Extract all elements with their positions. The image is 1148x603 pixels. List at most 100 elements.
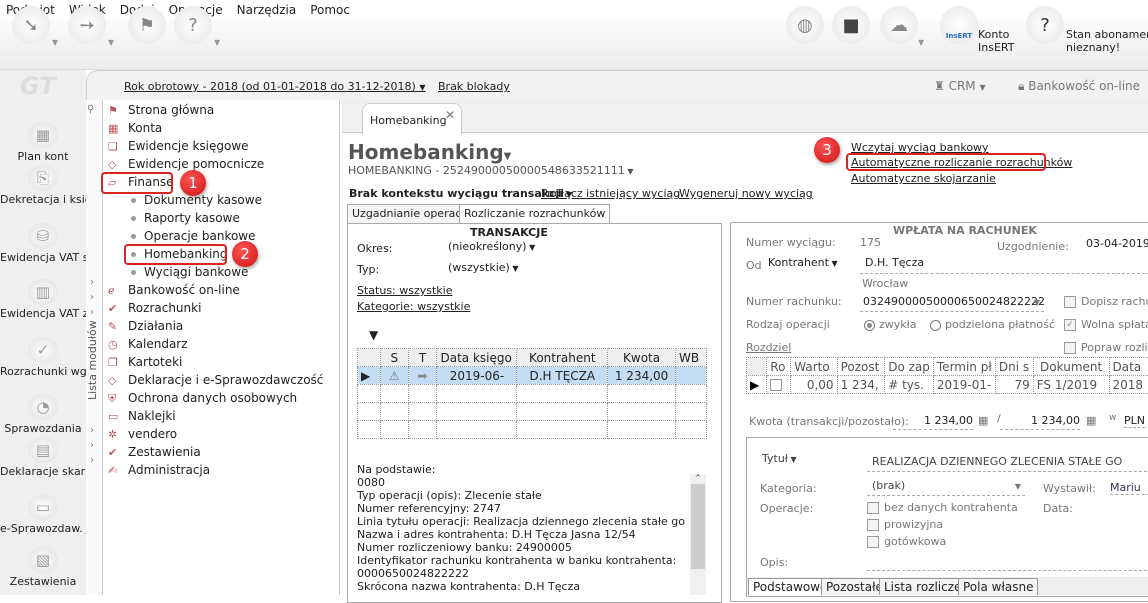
- module-item[interactable]: ❏Ewidencje księgowe: [104, 137, 323, 155]
- account-number-dropdown[interactable]: 03249000050000650024822222▼: [860, 295, 1044, 312]
- account-icon[interactable]: InsERT: [940, 6, 978, 44]
- column-header-value[interactable]: Warto: [791, 358, 837, 376]
- module-item[interactable]: ◇Ewidencje pomocnicze: [104, 155, 323, 173]
- shortcut-5[interactable]: ✓Rozrachunki wg dokumentów: [0, 337, 86, 379]
- free-payment-checkbox[interactable]: ✓Wolna spłata: [1064, 318, 1148, 331]
- column-header-s[interactable]: S: [380, 349, 408, 367]
- calculator-icon[interactable]: ▦: [978, 414, 988, 427]
- type-dropdown[interactable]: (wszystkie) ▼: [448, 261, 519, 274]
- column-header-remaining[interactable]: Pozost: [837, 358, 885, 376]
- column-header-date[interactable]: Data księgo: [437, 349, 517, 367]
- menu-narzedzia[interactable]: Narzędzia: [237, 3, 297, 17]
- table-row[interactable]: ▶ ⚠ ➡ 2019-06- D.H TĘCZA 1 234,00: [358, 367, 707, 385]
- chevron-down-icon[interactable]: ▼: [108, 38, 114, 47]
- column-header-document[interactable]: Dokument: [1033, 358, 1109, 376]
- chevron-down-icon[interactable]: ▼: [52, 38, 58, 47]
- title-type-dropdown[interactable]: Tytuł ▼: [762, 452, 797, 465]
- tab-reconcile-operations[interactable]: Uzgadnianie operacji: [347, 204, 473, 223]
- module-item[interactable]: ▦Konta: [104, 119, 323, 137]
- tab-basic[interactable]: Podstawowe: [748, 578, 832, 595]
- lock-status-link[interactable]: Brak blokady: [438, 80, 510, 93]
- module-item[interactable]: Raporty kasowe: [104, 209, 323, 227]
- tab-settle-receivables[interactable]: Rozliczanie rozrachunków: [459, 204, 610, 224]
- tab-other[interactable]: Pozostałe: [821, 578, 888, 595]
- shortcut-7[interactable]: ▤Deklaracje skarbowe: [0, 437, 86, 479]
- flag-icon[interactable]: ⚑: [128, 6, 166, 44]
- column-header-wb[interactable]: WB: [676, 349, 707, 367]
- column-header[interactable]: [358, 349, 381, 367]
- module-item[interactable]: Wyciągi bankowe: [104, 263, 323, 281]
- module-item[interactable]: Operacje bankowe: [104, 227, 323, 245]
- module-item[interactable]: ✎Działania: [104, 317, 323, 335]
- column-header-ro[interactable]: Ro: [767, 358, 791, 376]
- add-account-checkbox[interactable]: Dopisz rachu: [1064, 295, 1148, 308]
- remaining-field[interactable]: 1 234,00: [1000, 414, 1080, 430]
- currency-field[interactable]: PLN: [1124, 414, 1145, 428]
- contractor-field[interactable]: D.H. Tęcza: [860, 256, 1148, 274]
- issued-field[interactable]: Mariu: [1110, 481, 1148, 495]
- account-button[interactable]: KontoInsERT: [978, 28, 1014, 54]
- from-type-dropdown[interactable]: Kontrahent ▼: [768, 256, 838, 269]
- cube-icon[interactable]: ■: [832, 6, 870, 44]
- shortcut-2[interactable]: ⎘Dekretacja i księgowanie: [0, 165, 86, 207]
- no-contractor-checkbox[interactable]: bez danych kontrahenta: [867, 501, 1018, 514]
- online-banking-button[interactable]: 🔒︎ Bankowość on-line: [1018, 79, 1140, 94]
- description-field[interactable]: [867, 555, 1148, 571]
- split-link[interactable]: Rozdziel: [746, 341, 791, 354]
- chevron-down-icon[interactable]: ▼: [214, 38, 220, 47]
- calculator-icon[interactable]: ▦: [1086, 414, 1096, 427]
- help-icon[interactable]: ?: [174, 6, 212, 44]
- column-header-t[interactable]: T: [408, 349, 437, 367]
- fix-settlement-checkbox[interactable]: Popraw rozli: [1064, 341, 1148, 354]
- shortcut-9[interactable]: ▧Zestawienia: [0, 547, 86, 589]
- auto-match-link[interactable]: Automatyczne skojarzanie: [851, 172, 996, 185]
- statement-context-selector[interactable]: Brak kontekstu wyciągu transakcji ▼: [349, 187, 572, 200]
- shortcut-1[interactable]: ▦Plan kont: [0, 122, 86, 164]
- crm-button[interactable]: ♜ CRM ▼: [934, 79, 986, 93]
- expand-arrows[interactable]: ›››: [90, 423, 94, 468]
- subscription-status[interactable]: Stan abonamentunieznany!: [1066, 28, 1148, 54]
- status-filter-link[interactable]: Status: wszystkie: [357, 284, 453, 297]
- scroll-up-icon[interactable]: ⌃: [690, 474, 706, 484]
- category-filter-link[interactable]: Kategorie: wszystkie: [357, 300, 470, 313]
- module-item[interactable]: ⛨Ochrona danych osobowych: [104, 389, 323, 407]
- column-header-due-date[interactable]: Termin pł: [933, 358, 995, 376]
- shortcut-6[interactable]: ◔Sprawozdania: [0, 394, 86, 436]
- pin-icon[interactable]: ⚲: [87, 104, 94, 115]
- forward-arrow-icon[interactable]: ➙: [68, 6, 106, 44]
- module-item[interactable]: ◷Kalendarz: [104, 335, 323, 353]
- column-header-date[interactable]: Data: [1109, 358, 1148, 376]
- category-dropdown[interactable]: (brak)▼: [867, 479, 1025, 496]
- op-split-radio[interactable]: podzielona płatność: [930, 318, 1055, 331]
- fiscal-year-selector[interactable]: Rok obrotowy - 2018 (od 01-01-2018 do 31…: [124, 80, 425, 93]
- menu-pomoc[interactable]: Pomoc: [310, 3, 350, 17]
- attach-statement-link[interactable]: Podłącz istniejący wyciąg: [541, 187, 680, 200]
- expand-arrows[interactable]: ›››: [90, 275, 94, 320]
- filter-toggle-icon[interactable]: ▼: [369, 328, 378, 342]
- commission-checkbox[interactable]: prowizyjna: [867, 518, 943, 531]
- scrollbar-thumb[interactable]: [691, 484, 705, 569]
- cash-checkbox[interactable]: gotówkowa: [867, 535, 946, 548]
- shortcut-3[interactable]: ⛁Ewidencja VAT sprzedaży: [0, 223, 86, 265]
- page-title[interactable]: Homebanking▼: [348, 140, 511, 164]
- module-item[interactable]: ✔Rozrachunki: [104, 299, 323, 317]
- period-dropdown[interactable]: (nieokreślony) ▼: [448, 240, 535, 253]
- op-normal-radio[interactable]: zwykła: [864, 318, 917, 331]
- shortcut-8[interactable]: ▭e-Sprawozdaw. JPK_VAT: [0, 494, 86, 536]
- module-item[interactable]: ℯBankowość on-line: [104, 281, 323, 299]
- chevron-down-icon[interactable]: ▼: [918, 38, 924, 47]
- account-selector[interactable]: HOMEBANKING - 25249000050000548633521111…: [348, 164, 634, 177]
- title-field[interactable]: REALIZACJA DZIENNEGO ZLECENIA STAŁE GO: [867, 455, 1148, 472]
- module-item[interactable]: ❐Kartoteki: [104, 353, 323, 371]
- column-header-amount[interactable]: Kwota: [608, 349, 676, 367]
- amount-field[interactable]: 1 234,00: [893, 414, 973, 430]
- shield-question-icon[interactable]: ?: [1026, 6, 1064, 44]
- module-item[interactable]: ◇Deklaracje i e-Sprawozdawczość: [104, 371, 323, 389]
- module-item[interactable]: ✲vendero: [104, 425, 323, 443]
- module-item[interactable]: ✍Administracja: [104, 461, 323, 479]
- tab-homebanking[interactable]: Homebanking✕: [362, 103, 462, 134]
- table-row[interactable]: ▶ 0,00 1 234, # tys. 2019-01- 79 FS 1/20…: [747, 376, 1148, 394]
- close-icon[interactable]: ✕: [445, 108, 455, 122]
- generate-statement-link[interactable]: Wygeneruj nowy wyciąg: [679, 187, 813, 200]
- column-header-to-pay[interactable]: Do zap: [885, 358, 934, 376]
